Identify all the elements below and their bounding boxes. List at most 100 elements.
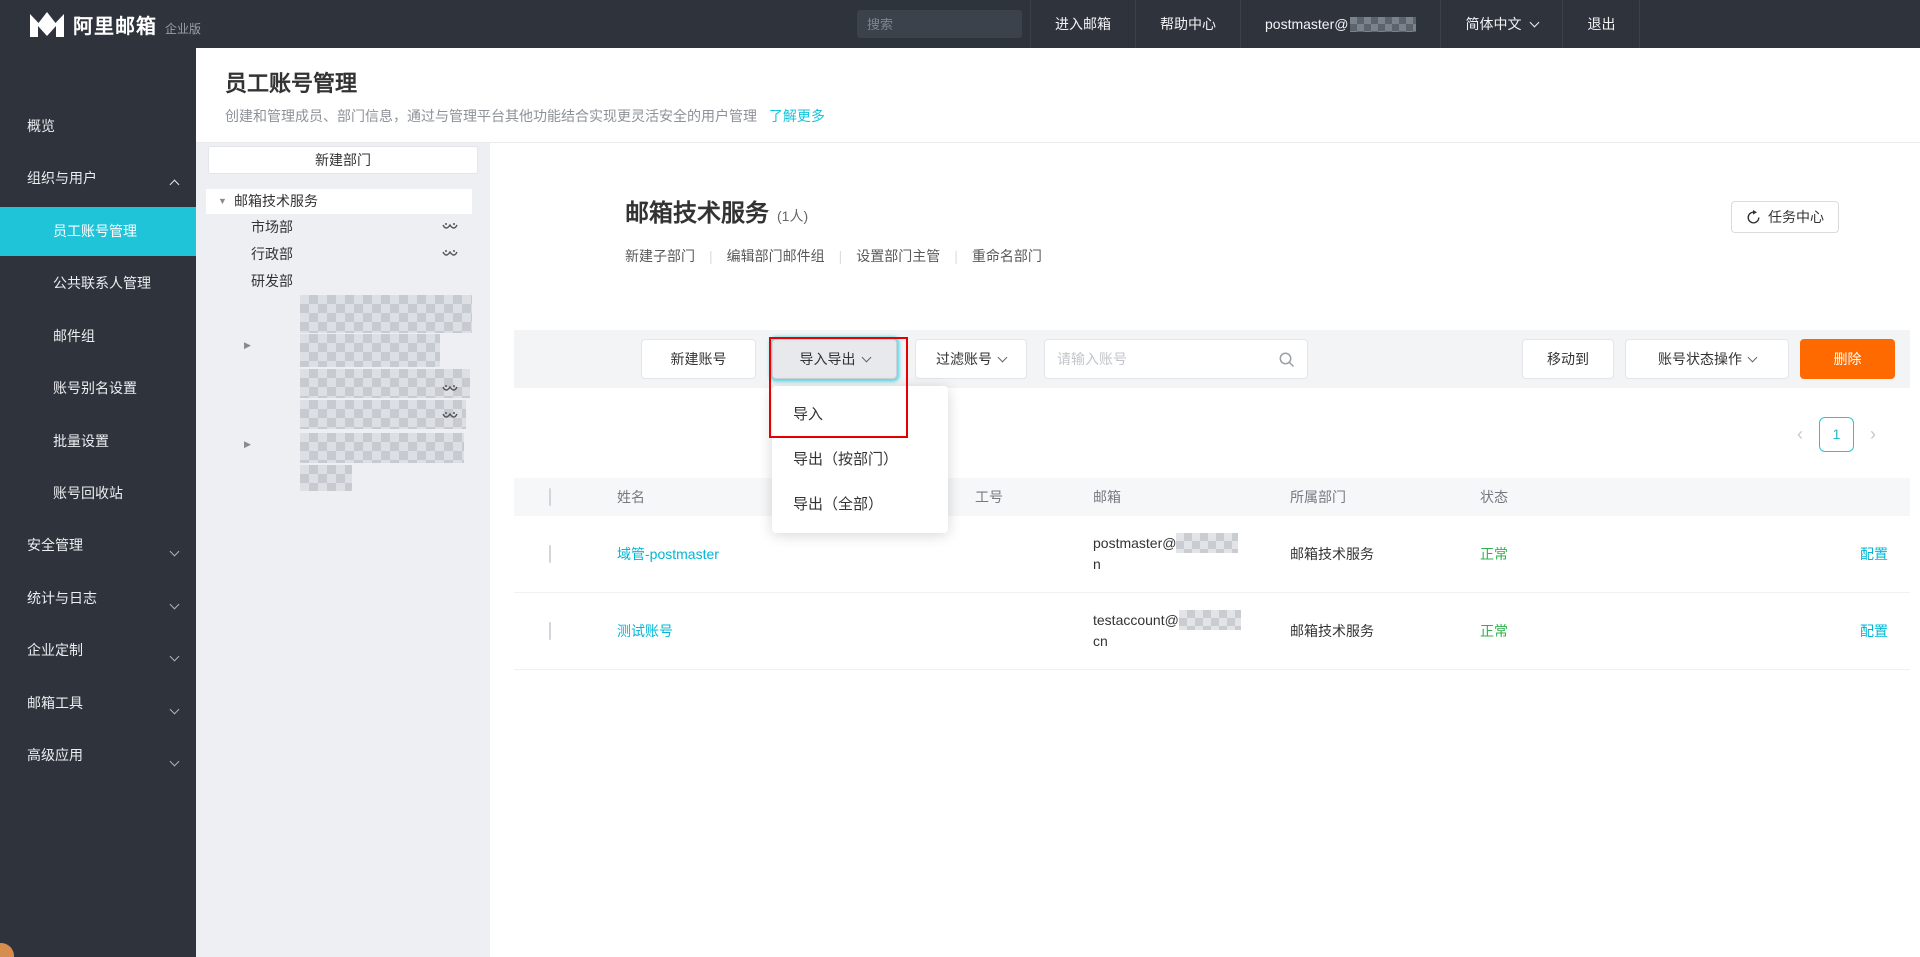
account-search-input[interactable] [1045, 351, 1265, 367]
account-name-link[interactable]: 测试账号 [617, 621, 975, 641]
tree-node-redacted[interactable] [300, 433, 464, 463]
action-new-subdept[interactable]: 新建子部门 [625, 246, 695, 266]
tree-node-redacted[interactable] [300, 465, 352, 491]
chevron-down-icon [861, 353, 871, 363]
sidebar-group-mail-tools[interactable]: 邮箱工具 [0, 692, 196, 714]
account-status-ops-button[interactable]: 账号状态操作 [1625, 339, 1789, 379]
alimail-logo-icon [30, 11, 64, 37]
chevron-down-icon [170, 705, 180, 715]
page-title: 员工账号管理 [225, 66, 357, 98]
chevron-down-icon [170, 757, 180, 767]
sidebar-item-public-contacts[interactable]: 公共联系人管理 [0, 272, 196, 294]
tree-node-rnd[interactable]: 研发部 [251, 269, 293, 293]
chevron-down-icon [1748, 353, 1758, 363]
move-to-button[interactable]: 移动到 [1522, 339, 1614, 379]
col-status: 状态 [1480, 487, 1800, 507]
next-page-icon[interactable]: › [1870, 417, 1876, 452]
select-all-checkbox[interactable] [549, 488, 551, 506]
tree-node-redacted[interactable] [300, 295, 472, 333]
sidebar-group-stats-logs[interactable]: 统计与日志 [0, 587, 196, 609]
action-rename-dept[interactable]: 重命名部门 [972, 246, 1042, 266]
col-department: 所属部门 [1290, 487, 1480, 507]
department-actions: 新建子部门 | 编辑部门邮件组 | 设置部门主管 | 重命名部门 [625, 246, 1042, 266]
sidebar-group-advanced-apps[interactable]: 高级应用 [0, 744, 196, 766]
sidebar-item-employee-accounts[interactable]: 员工账号管理 [0, 207, 196, 256]
topbar: 阿里邮箱 企业版 进入邮箱 帮助中心 postmaster@ 简体中文 退出 [0, 0, 1920, 48]
configure-link[interactable]: 配置 [1800, 544, 1910, 564]
new-department-button[interactable]: 新建部门 [208, 146, 478, 174]
tree-node-admin[interactable]: 行政部 [251, 242, 293, 266]
import-export-button[interactable]: 导入导出 [772, 339, 897, 379]
chevron-down-icon [170, 600, 180, 610]
row-checkbox[interactable] [549, 545, 551, 563]
logout-button[interactable]: 退出 [1562, 0, 1640, 48]
table-row: 测试账号 testaccount@ cn 邮箱技术服务 正常 配置 [514, 593, 1910, 670]
status-badge: 正常 [1480, 544, 1800, 564]
search-icon[interactable] [1265, 340, 1307, 378]
tree-node-marketing[interactable]: 市场部 [251, 215, 293, 239]
email-domain-redacted [1176, 533, 1238, 553]
caret-right-icon[interactable]: ▶ [244, 340, 251, 351]
filter-account-button[interactable]: 过滤账号 [915, 339, 1027, 379]
department-tree-panel: 新建部门 ▼ 邮箱技术服务 市场部 行政部 研发部 ▶ ▶ [196, 143, 490, 957]
tree-node-root[interactable]: ▼ 邮箱技术服务 [206, 189, 472, 214]
dept-mail-group-icon [442, 249, 458, 259]
department-cell: 邮箱技术服务 [1290, 621, 1480, 641]
menu-item-import[interactable]: 导入 [772, 392, 948, 437]
page-number[interactable]: 1 [1819, 417, 1854, 452]
task-center-button[interactable]: 任务中心 [1731, 201, 1839, 233]
action-edit-dept-mailgroup[interactable]: 编辑部门邮件组 [727, 246, 825, 266]
pagination: ‹ 1 › [1797, 417, 1876, 452]
menu-item-export-by-dept[interactable]: 导出（按部门） [772, 437, 948, 482]
menu-item-export-all[interactable]: 导出（全部） [772, 482, 948, 527]
brand-badge: 企业版 [165, 20, 201, 37]
sidebar-item-account-alias[interactable]: 账号别名设置 [0, 377, 196, 399]
new-account-button[interactable]: 新建账号 [641, 339, 756, 379]
divider: | [709, 248, 713, 264]
dept-mail-group-icon [442, 222, 458, 232]
sidebar-group-enterprise-custom[interactable]: 企业定制 [0, 639, 196, 661]
tree-node-redacted[interactable] [300, 334, 440, 367]
account-name-link[interactable]: 域管-postmaster [617, 544, 975, 564]
chevron-down-icon [998, 353, 1008, 363]
page-subtitle: 创建和管理成员、部门信息，通过与管理平台其他功能结合实现更灵活安全的用户管理 了… [225, 106, 825, 126]
divider: | [954, 248, 958, 264]
global-search[interactable] [857, 10, 1022, 38]
account-domain-redacted [1350, 17, 1416, 32]
department-cell: 邮箱技术服务 [1290, 544, 1480, 564]
configure-link[interactable]: 配置 [1800, 621, 1910, 641]
page-header: 员工账号管理 创建和管理成员、部门信息，通过与管理平台其他功能结合实现更灵活安全… [196, 48, 1920, 143]
sidebar-item-mail-groups[interactable]: 邮件组 [0, 325, 196, 347]
learn-more-link[interactable]: 了解更多 [769, 108, 825, 124]
action-set-dept-manager[interactable]: 设置部门主管 [856, 246, 940, 266]
dept-mail-group-icon [442, 384, 458, 394]
chevron-up-icon [170, 180, 180, 190]
member-count: (1人) [777, 208, 808, 224]
import-export-dropdown: 导入 导出（按部门） 导出（全部） [772, 386, 948, 533]
brand-logo[interactable]: 阿里邮箱 企业版 [0, 10, 201, 39]
status-badge: 正常 [1480, 621, 1800, 641]
chevron-down-icon [170, 652, 180, 662]
sidebar-item-overview[interactable]: 概览 [0, 115, 196, 137]
delete-button[interactable]: 删除 [1800, 339, 1895, 379]
enter-mail-link[interactable]: 进入邮箱 [1030, 0, 1135, 48]
sidebar-group-org-users[interactable]: 组织与用户 [0, 167, 196, 189]
email-cell: postmaster@ n [1093, 533, 1290, 575]
department-title-text: 邮箱技术服务 [625, 200, 769, 227]
sidebar-item-account-recycle[interactable]: 账号回收站 [0, 482, 196, 504]
language-menu[interactable]: 简体中文 [1440, 0, 1562, 48]
chevron-down-icon [1530, 17, 1540, 27]
caret-right-icon[interactable]: ▶ [244, 439, 251, 450]
account-menu[interactable]: postmaster@ [1240, 0, 1440, 48]
caret-down-icon[interactable]: ▼ [218, 189, 227, 214]
account-search[interactable] [1044, 339, 1308, 379]
sidebar-item-batch-settings[interactable]: 批量设置 [0, 430, 196, 452]
global-search-input[interactable] [867, 17, 1043, 32]
prev-page-icon[interactable]: ‹ [1797, 417, 1803, 452]
col-email: 邮箱 [1093, 487, 1290, 507]
divider: | [839, 248, 843, 264]
dept-mail-group-icon [442, 411, 458, 421]
help-center-link[interactable]: 帮助中心 [1135, 0, 1240, 48]
sidebar-group-security[interactable]: 安全管理 [0, 534, 196, 556]
row-checkbox[interactable] [549, 622, 551, 640]
